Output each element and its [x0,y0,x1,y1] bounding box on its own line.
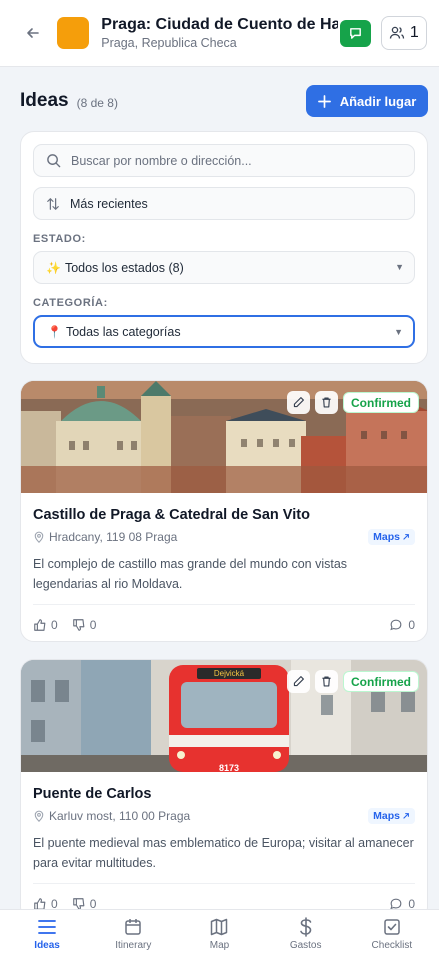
place-description: El complejo de castillo mas grande del m… [33,557,348,591]
categoria-label: CATEGORÍA: [33,297,108,309]
place-name: Castillo de Praga & Catedral de San Vito [33,507,310,523]
thumbs-down-icon [72,618,85,631]
comment-count: 0 [408,617,415,632]
address-row: Karluv most, 110 00 Praga Maps [33,808,415,824]
place-name: Puente de Carlos [33,786,152,802]
chat-icon [349,27,361,39]
delete-button[interactable] [315,391,338,414]
nav-label: Map [209,939,230,951]
address-row: Hradcany, 119 08 Praga Maps [33,529,415,545]
nav-ideas[interactable]: Ideas [6,916,88,951]
card-body: Castillo de Praga & Catedral de San Vito… [21,493,427,641]
place-address: Hradcany, 119 08 Praga [49,530,178,544]
members-button[interactable]: 1 [380,16,427,50]
trip-title: Praga: Ciudad de Cuento de Hadas [101,16,338,33]
categoria-select[interactable]: 📍 Todas las categorías ▼ [33,315,415,348]
delete-button[interactable] [315,670,338,693]
bottom-nav: Ideas Itinerary Map Gastos Checklist [0,909,439,956]
sparkles-icon: ✨ [46,260,61,275]
search-input[interactable]: Buscar por nombre o dirección... [33,144,415,177]
edit-button[interactable] [287,391,310,414]
sort-select[interactable]: Más recientes [33,187,415,220]
arrow-left-icon [26,28,39,38]
dollar-icon [299,916,311,937]
like-button[interactable]: 0 [33,618,58,632]
place-card[interactable]: Confirmed Castillo de Praga & Catedral d… [20,380,428,642]
nav-checklist[interactable]: Checklist [351,916,433,951]
card-body: Puente de Carlos Karluv most, 110 00 Pra… [21,772,427,920]
sort-label: Más recientes [70,196,148,211]
status-badge[interactable]: Confirmed [343,671,419,692]
checklist-icon [384,918,400,935]
plus-icon [317,94,331,108]
maps-link[interactable]: Maps [368,808,415,824]
chevron-down-icon: ▼ [394,327,403,337]
trip-thumbnail [57,17,90,49]
estado-label: ESTADO: [33,233,86,245]
calendar-icon [125,918,142,935]
categoria-value: Todas las categorías [65,324,181,339]
chevron-down-icon: ▼ [395,262,404,272]
pencil-icon [293,676,304,687]
maps-label: Maps [373,810,400,822]
maps-label: Maps [373,531,400,543]
thumbs-up-icon [34,618,46,631]
add-place-label: Añadir lugar [339,93,417,109]
ideas-count: (8 de 8) [76,96,118,110]
chat-button[interactable] [339,19,371,47]
map-icon [211,918,228,935]
dislike-count: 0 [89,617,97,632]
card-actions: Confirmed [287,670,419,693]
comments-button[interactable]: 0 [389,618,415,632]
map-pin-icon [34,810,44,822]
place-card[interactable]: Dejvická 8173 Confirmed Puente de Carlos [20,659,428,921]
estado-value: Todos los estados (8) [64,260,184,275]
map-pin-icon [34,531,44,543]
nav-map[interactable]: Map [178,916,260,951]
member-count: 1 [409,24,419,41]
tram-number: 8173 [219,763,239,772]
place-photo: Dejvická 8173 Confirmed [21,660,427,772]
filter-panel: Buscar por nombre o dirección... Más rec… [20,131,428,364]
dislike-button[interactable]: 0 [72,617,97,632]
nav-gastos[interactable]: Gastos [265,916,347,951]
app-header: Praga: Ciudad de Cuento de Hadas Praga, … [0,0,439,67]
pin-icon: 📍 [47,324,62,339]
like-count: 0 [51,617,58,632]
card-footer: 0 0 0 [33,604,415,641]
place-photo: Confirmed [21,381,427,493]
tram-destination: Dejvická [214,669,245,678]
nav-label: Checklist [371,939,413,951]
nav-label: Itinerary [115,939,152,951]
place-description: El puente medieval mas emblematico de Eu… [33,836,414,870]
estado-select[interactable]: ✨ Todos los estados (8) ▼ [33,251,415,284]
external-link-icon [403,534,409,540]
users-icon [389,26,405,39]
edit-button[interactable] [287,670,310,693]
ideas-section-header: Ideas (8 de 8) Añadir lugar [20,85,428,117]
trash-icon [322,676,331,687]
list-icon [38,919,56,934]
sort-icon [47,197,59,210]
search-placeholder: Buscar por nombre o dirección... [71,153,252,168]
nav-label: Gastos [289,939,322,951]
nav-label: Ideas [34,939,60,951]
trip-heading: Praga: Ciudad de Cuento de Hadas Praga, … [101,16,337,50]
search-icon [47,154,61,168]
maps-link[interactable]: Maps [368,529,415,545]
section-title: Ideas [20,90,69,111]
card-actions: Confirmed [287,391,419,414]
external-link-icon [403,813,409,819]
add-place-button[interactable]: Añadir lugar [306,85,428,117]
back-button[interactable] [22,21,43,45]
nav-itinerary[interactable]: Itinerary [92,916,174,951]
status-badge[interactable]: Confirmed [343,392,419,413]
trash-icon [322,397,331,408]
place-address: Karluv most, 110 00 Praga [49,809,191,823]
pencil-icon [293,397,304,408]
trip-location: Praga, Republica Checa [101,36,237,50]
comment-icon [390,619,402,630]
